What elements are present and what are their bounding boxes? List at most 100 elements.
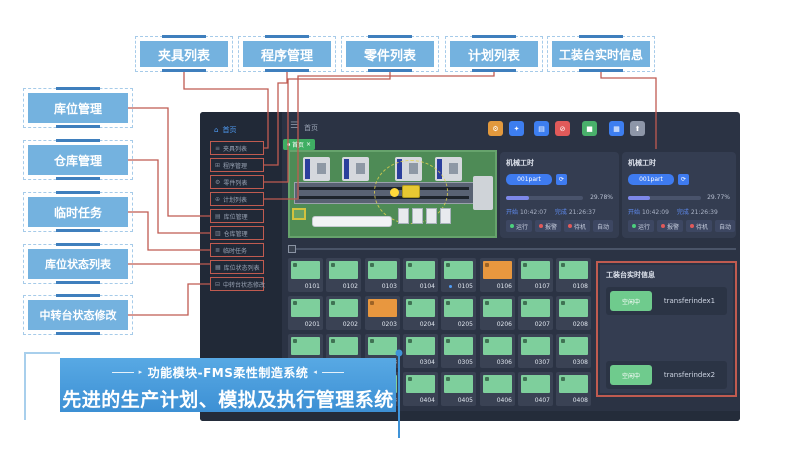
status-chips: 运行 报警 待机 自动 bbox=[506, 220, 613, 232]
callout-program-mgmt: 程序管理 bbox=[243, 41, 331, 67]
storage-tile[interactable]: 0105 bbox=[441, 258, 476, 292]
pallet-slot bbox=[559, 337, 588, 355]
callout-temp-task: 临时任务 bbox=[28, 197, 128, 227]
stop-button[interactable]: ■ bbox=[582, 121, 597, 136]
progress-percent: 29.77% bbox=[707, 194, 730, 201]
home-icon: ⌂ bbox=[214, 126, 218, 134]
refresh-icon: ⟳ bbox=[559, 176, 564, 183]
slot-number: 0204 bbox=[420, 321, 435, 328]
pallet-slot bbox=[559, 261, 588, 279]
storage-tile[interactable]: 0304 bbox=[403, 334, 438, 368]
settings-button[interactable]: ⚙ bbox=[488, 121, 503, 136]
pallet-slot bbox=[291, 299, 320, 317]
storage-tile[interactable]: 0208 bbox=[556, 296, 591, 330]
pallet-slot bbox=[444, 375, 473, 393]
storage-tile[interactable]: 0205 bbox=[441, 296, 476, 330]
sidebar-item-plan-list[interactable]: ⊕计划列表 bbox=[210, 192, 264, 206]
pallet-icon bbox=[408, 377, 412, 381]
refresh-button[interactable]: ⟳ bbox=[556, 174, 567, 185]
callout-location-status-list: 库位状态列表 bbox=[28, 249, 128, 279]
storage-tile[interactable]: 0307 bbox=[518, 334, 553, 368]
gear-icon: ⚙ bbox=[492, 125, 498, 133]
storage-tile[interactable]: 0405 bbox=[441, 372, 476, 406]
transfer-panel-annotation-box: 工装台实时信息 空闲中 transferindex1 空闲中 transferi… bbox=[596, 261, 737, 397]
pallet-slot bbox=[444, 299, 473, 317]
time-row: 开始 10:42:07 完成 21:26:37 bbox=[506, 207, 613, 216]
lock-button[interactable]: ⊘ bbox=[555, 121, 570, 136]
status-chip-auto: 自动 bbox=[593, 220, 613, 232]
sidebar-item-temp-task[interactable]: ≣临时任务 bbox=[210, 243, 264, 257]
storage-tile[interactable]: 0404 bbox=[403, 372, 438, 406]
slot-number: 0104 bbox=[420, 283, 435, 290]
pallet-slot bbox=[368, 299, 397, 317]
storage-tile[interactable]: 0103 bbox=[365, 258, 400, 292]
document-button[interactable]: ▤ bbox=[534, 121, 549, 136]
storage-tile[interactable]: 0204 bbox=[403, 296, 438, 330]
edit-status-icon: ⊟ bbox=[215, 281, 220, 288]
sidebar-item-transfer-status-edit[interactable]: ⊟中转台状态修改 bbox=[210, 277, 264, 291]
sidebar-item-fixture-list[interactable]: ≡夹具列表 bbox=[210, 141, 264, 155]
deco-line-right bbox=[322, 372, 344, 373]
storage-tile[interactable]: 0406 bbox=[480, 372, 515, 406]
storage-tile[interactable]: 0203 bbox=[365, 296, 400, 330]
storage-tile[interactable]: 0102 bbox=[326, 258, 361, 292]
transfer-panel: 工装台实时信息 空闲中 transferindex1 空闲中 transferi… bbox=[600, 265, 733, 393]
tab-home[interactable]: 首页 × bbox=[283, 139, 315, 150]
sidebar-item-label: 计划列表 bbox=[223, 195, 247, 204]
sidebar-item-label: 临时任务 bbox=[223, 246, 247, 255]
sidebar-item-program-mgmt[interactable]: ⊞程序管理 bbox=[210, 158, 264, 172]
storage-tile[interactable]: 0407 bbox=[518, 372, 553, 406]
storage-tile[interactable]: 0202 bbox=[326, 296, 361, 330]
sidebar-home[interactable]: ⌂ 首页 bbox=[214, 125, 236, 135]
slot-number: 0107 bbox=[535, 283, 550, 290]
sidebar-item-label: 程序管理 bbox=[223, 161, 247, 170]
slot-number: 0408 bbox=[573, 397, 588, 404]
pallet-slot bbox=[521, 299, 550, 317]
storage-tile[interactable]: 0308 bbox=[556, 334, 591, 368]
storage-tile[interactable]: 0104 bbox=[403, 258, 438, 292]
approve-button[interactable]: ✦ bbox=[509, 121, 524, 136]
storage-tile[interactable]: 0408 bbox=[556, 372, 591, 406]
pallet-icon bbox=[293, 263, 297, 267]
time-row: 开始 10:42:09 完成 21:26:39 bbox=[628, 207, 730, 216]
pallet-icon bbox=[561, 377, 565, 381]
storage-tile[interactable]: 0206 bbox=[480, 296, 515, 330]
part-button[interactable]: 001part bbox=[506, 174, 552, 185]
agv-shuttle bbox=[402, 185, 420, 198]
sidebar-item-label: 库位状态列表 bbox=[224, 263, 260, 272]
storage-tile[interactable]: 0101 bbox=[288, 258, 323, 292]
storage-tile[interactable]: 0305 bbox=[441, 334, 476, 368]
transfer-name: transferindex2 bbox=[652, 371, 727, 379]
pallet-icon bbox=[331, 301, 335, 305]
collapse-sidebar-icon[interactable]: ☰ bbox=[290, 121, 298, 131]
slot-number: 0305 bbox=[458, 359, 473, 366]
storage-tile[interactable]: 0306 bbox=[480, 334, 515, 368]
storage-tile[interactable]: 0107 bbox=[518, 258, 553, 292]
sidebar-item-location-status-list[interactable]: ▦库位状态列表 bbox=[210, 260, 264, 274]
sidebar-item-label: 夹具列表 bbox=[223, 144, 247, 153]
sidebar-item-location-mgmt[interactable]: ▤库位管理 bbox=[210, 209, 264, 223]
tab-close-icon[interactable]: × bbox=[306, 141, 311, 148]
callout-plan-list: 计划列表 bbox=[450, 41, 538, 67]
panel-title: 机械工时 bbox=[628, 158, 730, 168]
pallet-slot bbox=[521, 261, 550, 279]
part-button[interactable]: 001part bbox=[628, 174, 674, 185]
archive-button[interactable]: ▦ bbox=[609, 121, 624, 136]
pallet-icon bbox=[446, 339, 450, 343]
storage-tile[interactable]: 0106 bbox=[480, 258, 515, 292]
sidebar-item-label: 仓库管理 bbox=[224, 229, 248, 238]
pallet-slot bbox=[406, 299, 435, 317]
scrollbar-handle[interactable] bbox=[288, 245, 296, 253]
storage-tile[interactable]: 0201 bbox=[288, 296, 323, 330]
pallet-slot bbox=[291, 337, 320, 355]
storage-tile[interactable]: 0108 bbox=[556, 258, 591, 292]
upload-button[interactable]: ⬆ bbox=[630, 121, 645, 136]
status-chip-alarm: 报警 bbox=[657, 220, 683, 232]
storage-tile[interactable]: 0207 bbox=[518, 296, 553, 330]
slot-number: 0405 bbox=[458, 397, 473, 404]
callout-location-mgmt: 库位管理 bbox=[28, 93, 128, 123]
sidebar-item-part-list[interactable]: ⚙零件列表 bbox=[210, 175, 264, 189]
sidebar-item-warehouse-mgmt[interactable]: ▥仓库管理 bbox=[210, 226, 264, 240]
refresh-button[interactable]: ⟳ bbox=[678, 174, 689, 185]
arrow-right-icon: ▸ bbox=[139, 369, 143, 376]
